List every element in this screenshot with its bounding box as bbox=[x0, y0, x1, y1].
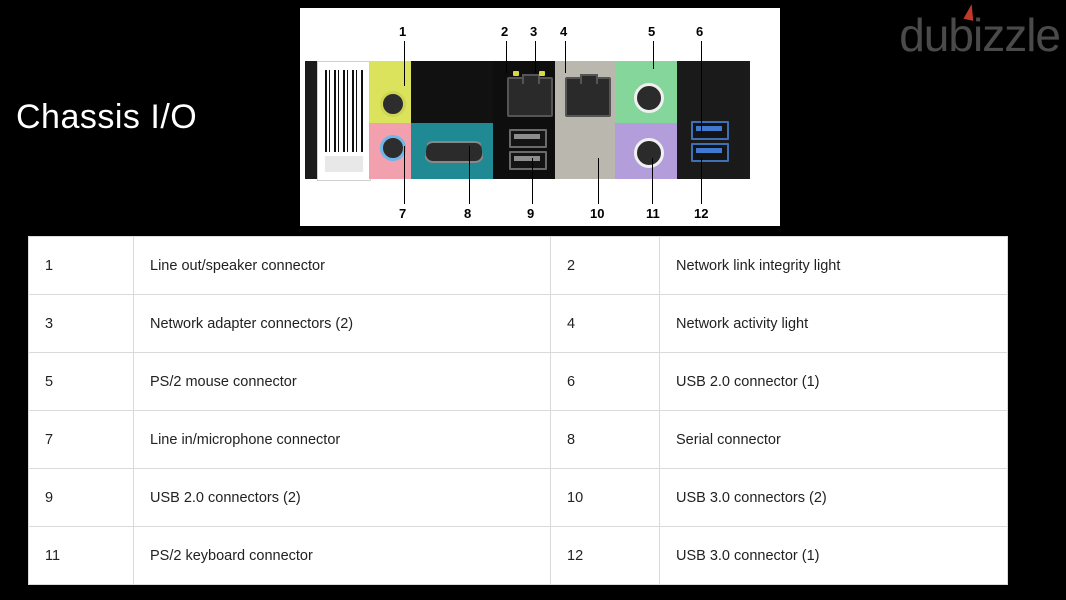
row-desc-left: Network adapter connectors (2) bbox=[133, 294, 551, 353]
leader-12 bbox=[701, 158, 702, 204]
rj45-port-1 bbox=[507, 74, 553, 117]
row-desc-right: Serial connector bbox=[659, 410, 1008, 469]
line-in-jack bbox=[380, 135, 406, 161]
row-number-right: 4 bbox=[550, 294, 660, 353]
io-plate-image bbox=[305, 61, 750, 181]
row-desc-right: USB 3.0 connectors (2) bbox=[659, 468, 1008, 527]
callout-1: 1 bbox=[399, 24, 407, 39]
barcode-graphic bbox=[325, 70, 363, 152]
row-number-right: 10 bbox=[550, 468, 660, 527]
table-row: 3 Network adapter connectors (2) 4 Netwo… bbox=[28, 294, 1008, 353]
row-number-left: 11 bbox=[28, 526, 134, 585]
leader-6 bbox=[701, 41, 702, 133]
row-number-left: 1 bbox=[28, 236, 134, 295]
line-out-jack bbox=[380, 91, 406, 117]
row-number-right: 2 bbox=[550, 236, 660, 295]
usb3-port-4 bbox=[691, 143, 729, 162]
serial-area bbox=[411, 123, 493, 179]
row-number-left: 7 bbox=[28, 410, 134, 469]
usb3-port-3 bbox=[691, 121, 729, 140]
callout-2: 2 bbox=[501, 24, 509, 39]
row-desc-right: Network link integrity light bbox=[659, 236, 1008, 295]
row-number-left: 9 bbox=[28, 468, 134, 527]
service-label bbox=[317, 61, 371, 181]
leader-5 bbox=[653, 41, 654, 69]
callout-12: 12 bbox=[694, 206, 709, 221]
serial-port bbox=[424, 141, 484, 163]
callout-8: 8 bbox=[464, 206, 472, 221]
table-row: 11 PS/2 keyboard connector 12 USB 3.0 co… bbox=[28, 526, 1008, 585]
table-row: 1 Line out/speaker connector 2 Network l… bbox=[28, 236, 1008, 295]
io-panel-diagram: 1 2 3 4 5 6 7 8 9 10 11 12 bbox=[300, 8, 780, 226]
ps2-keyboard-area bbox=[615, 123, 677, 179]
callout-9: 9 bbox=[527, 206, 535, 221]
activity-led bbox=[539, 71, 545, 76]
usb2-port-2 bbox=[509, 151, 547, 170]
leader-10 bbox=[598, 158, 599, 204]
row-desc-right: Network activity light bbox=[659, 294, 1008, 353]
callout-10: 10 bbox=[590, 206, 605, 221]
callout-3: 3 bbox=[530, 24, 538, 39]
leader-8 bbox=[469, 146, 470, 204]
row-number-left: 5 bbox=[28, 352, 134, 411]
row-number-right: 8 bbox=[550, 410, 660, 469]
watermark-text: dubizzle bbox=[899, 9, 1061, 61]
row-number-right: 12 bbox=[550, 526, 660, 585]
row-desc-left: PS/2 keyboard connector bbox=[133, 526, 551, 585]
table-row: 7 Line in/microphone connector 8 Serial … bbox=[28, 410, 1008, 469]
row-desc-left: PS/2 mouse connector bbox=[133, 352, 551, 411]
callout-5: 5 bbox=[648, 24, 656, 39]
ps2-keyboard-port bbox=[634, 138, 664, 168]
leader-11 bbox=[652, 158, 653, 204]
dubizzle-watermark: dubizzle bbox=[899, 3, 1061, 62]
leader-9 bbox=[532, 158, 533, 204]
leader-7 bbox=[404, 146, 405, 204]
leader-2 bbox=[506, 41, 507, 73]
table-row: 9 USB 2.0 connectors (2) 10 USB 3.0 conn… bbox=[28, 468, 1008, 527]
row-desc-left: Line out/speaker connector bbox=[133, 236, 551, 295]
leader-4 bbox=[565, 41, 566, 73]
io-legend-table: 1 Line out/speaker connector 2 Network l… bbox=[28, 236, 1008, 585]
callout-7: 7 bbox=[399, 206, 407, 221]
link-integrity-led bbox=[513, 71, 519, 76]
label-block bbox=[325, 156, 363, 172]
ps2-mouse-port bbox=[634, 83, 664, 113]
table-row: 5 PS/2 mouse connector 6 USB 2.0 connect… bbox=[28, 352, 1008, 411]
callout-4: 4 bbox=[560, 24, 568, 39]
callout-11: 11 bbox=[646, 206, 660, 221]
usb3-right-area bbox=[677, 61, 745, 179]
rj45-second-area bbox=[555, 61, 615, 179]
row-desc-right: USB 2.0 connector (1) bbox=[659, 352, 1008, 411]
row-desc-left: Line in/microphone connector bbox=[133, 410, 551, 469]
row-desc-right: USB 3.0 connector (1) bbox=[659, 526, 1008, 585]
leader-1 bbox=[404, 41, 405, 86]
usb2-port-1 bbox=[509, 129, 547, 148]
legend-table: 1 Line out/speaker connector 2 Network l… bbox=[28, 236, 1008, 585]
callout-6: 6 bbox=[696, 24, 704, 39]
row-desc-left: USB 2.0 connectors (2) bbox=[133, 468, 551, 527]
row-number-right: 6 bbox=[550, 352, 660, 411]
leader-3 bbox=[535, 41, 536, 73]
rj45-port-2 bbox=[565, 74, 611, 117]
row-number-left: 3 bbox=[28, 294, 134, 353]
page-title: Chassis I/O bbox=[16, 98, 198, 136]
